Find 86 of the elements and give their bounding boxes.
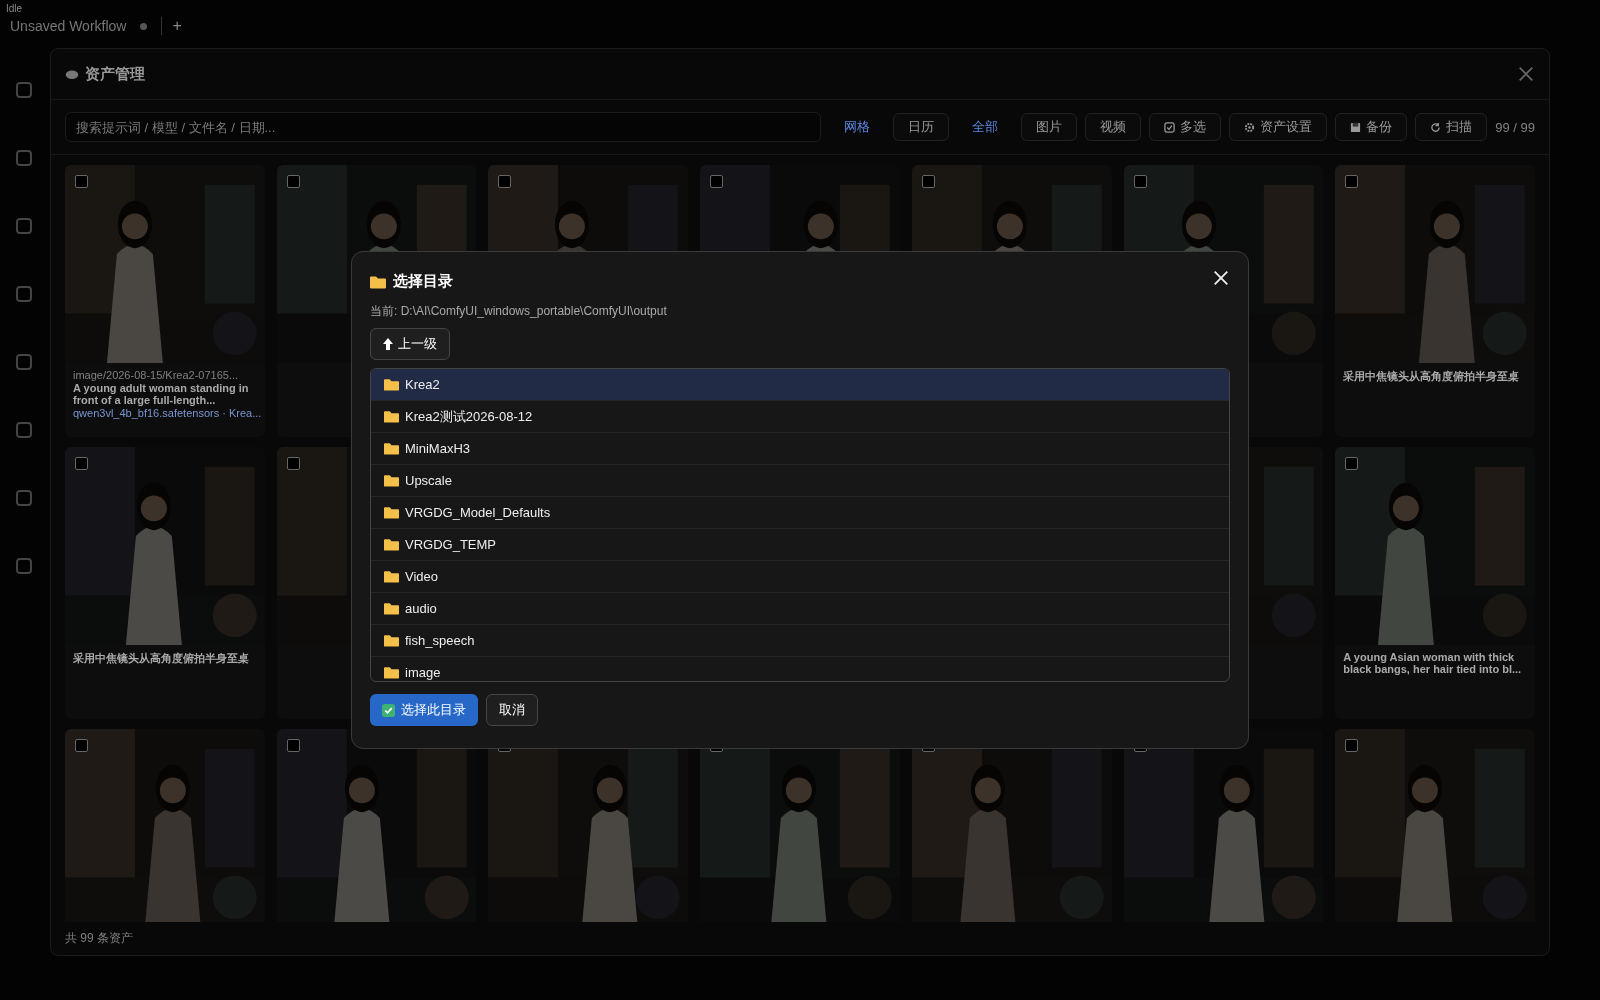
sidebar-icon[interactable] bbox=[14, 80, 34, 100]
sidebar-icon[interactable] bbox=[14, 216, 34, 236]
file-path: image/2026-08-15/Krea2-07165... bbox=[73, 369, 240, 381]
folder-icon bbox=[370, 274, 386, 289]
folder-icon bbox=[384, 442, 399, 455]
select-checkbox[interactable] bbox=[75, 739, 88, 752]
current-path: 当前: D:\AI\ComfyUI_windows_portable\ComfyUI\output bbox=[370, 303, 667, 320]
up-arrow-icon bbox=[383, 338, 393, 350]
settings-button[interactable]: 资产设置 bbox=[1229, 113, 1328, 141]
folder-name: MiniMaxH3 bbox=[405, 441, 470, 456]
folder-item[interactable]: fish_speech bbox=[371, 625, 1229, 657]
folder-item[interactable]: VRGDG_Model_Defaults bbox=[371, 497, 1229, 529]
sidebar-icon[interactable] bbox=[14, 148, 34, 168]
checkbox-icon bbox=[1164, 121, 1176, 133]
sidebar-icon[interactable] bbox=[14, 284, 34, 304]
confirm-button[interactable]: 选择此目录 bbox=[370, 694, 478, 726]
folder-item[interactable]: Upscale bbox=[371, 465, 1229, 497]
folder-item[interactable]: image bbox=[371, 657, 1229, 681]
backup-button[interactable]: 备份 bbox=[1335, 113, 1408, 141]
folder-icon bbox=[384, 506, 399, 519]
search-field[interactable]: 搜索提示词 / 模型 / 文件名 / 日期... bbox=[65, 112, 822, 142]
folder-item[interactable]: Video bbox=[371, 561, 1229, 593]
folder-name: Krea2 bbox=[405, 377, 440, 392]
status-text: Idle bbox=[5, 2, 24, 16]
select-checkbox[interactable] bbox=[1345, 457, 1359, 470]
asset-card[interactable]: 采用中焦镜头从高角度俯拍半身至桌 bbox=[65, 447, 265, 719]
refresh-icon bbox=[1430, 121, 1442, 133]
view-tab[interactable]: 网格 bbox=[829, 113, 886, 141]
asset-card[interactable]: image/2026-08-15/Krea2-07165... A young adult woman standing in front of a large full-length... qwen3vl_4b_bf16.safetensors · Krea... bbox=[65, 165, 265, 437]
select-checkbox[interactable] bbox=[75, 175, 88, 188]
folder-icon bbox=[384, 634, 399, 647]
folder-item[interactable]: audio bbox=[371, 593, 1229, 625]
close-icon[interactable] bbox=[1212, 268, 1230, 287]
gear-icon bbox=[1244, 121, 1256, 133]
parent-folder-button[interactable]: 上一级 bbox=[370, 328, 450, 360]
prompt-text: 采用中焦镜头从高角度俯拍半身至桌 bbox=[73, 651, 250, 666]
folder-item[interactable]: Krea2 bbox=[371, 369, 1229, 401]
prompt-text: 采用中焦镜头从高角度俯拍半身至桌 bbox=[1343, 369, 1521, 384]
new-tab-button[interactable]: + bbox=[161, 17, 182, 35]
folder-name: Video bbox=[405, 569, 438, 584]
dialog-title: 选择目录 bbox=[393, 272, 453, 291]
prompt-text: A young Asian woman with thick black bangs, her hair tied into bl... bbox=[1343, 651, 1523, 675]
select-checkbox[interactable] bbox=[1345, 175, 1359, 188]
asset-count: 99 / 99 bbox=[1495, 119, 1535, 135]
workflow-tab[interactable]: Unsaved Workflow bbox=[10, 18, 127, 34]
asset-card[interactable]: A young Asian woman with thick black bangs, her hair tied into bl... bbox=[1335, 447, 1535, 719]
folder-name: Upscale bbox=[405, 473, 452, 488]
panel-title: 资产管理 bbox=[85, 64, 145, 84]
folder-icon bbox=[384, 570, 399, 583]
check-icon bbox=[382, 703, 395, 717]
sidebar-icon[interactable] bbox=[14, 352, 34, 372]
cloud-icon bbox=[65, 69, 79, 79]
select-checkbox[interactable] bbox=[1345, 739, 1359, 752]
folder-icon bbox=[384, 410, 399, 423]
folder-icon bbox=[384, 378, 399, 391]
asset-total: 共 99 条资产 bbox=[64, 930, 134, 947]
folder-icon bbox=[384, 474, 399, 487]
folder-item[interactable]: MiniMaxH3 bbox=[371, 433, 1229, 465]
select-checkbox[interactable] bbox=[710, 175, 724, 188]
select-checkbox[interactable] bbox=[75, 457, 88, 470]
folder-icon bbox=[384, 538, 399, 551]
prompt-text: A young adult woman standing in front of a large full-length... bbox=[73, 382, 250, 406]
folder-icon bbox=[384, 666, 399, 679]
floppy-icon bbox=[1350, 121, 1362, 133]
unsaved-dot-icon bbox=[140, 22, 148, 30]
folder-icon bbox=[384, 602, 399, 615]
folder-name: Krea2测试2026-08-12 bbox=[405, 407, 533, 426]
folder-name: image bbox=[405, 665, 441, 680]
filter-tab[interactable]: 全部 bbox=[957, 113, 1014, 141]
folder-name: VRGDG_TEMP bbox=[405, 537, 496, 552]
folder-item[interactable]: Krea2测试2026-08-12 bbox=[371, 401, 1229, 433]
filter-tab[interactable]: 视频 bbox=[1085, 113, 1142, 141]
view-tab[interactable]: 日历 bbox=[893, 113, 950, 141]
sidebar-icon[interactable] bbox=[14, 420, 34, 440]
sidebar-icon[interactable] bbox=[14, 556, 34, 576]
filter-tab[interactable]: 图片 bbox=[1021, 113, 1078, 141]
folder-name: audio bbox=[405, 601, 437, 616]
sidebar-icon[interactable] bbox=[14, 488, 34, 508]
folder-item[interactable]: VRGDG_TEMP bbox=[371, 529, 1229, 561]
cancel-button[interactable]: 取消 bbox=[486, 694, 538, 726]
multiselect-button[interactable]: 多选 bbox=[1149, 113, 1222, 141]
asset-card[interactable]: 采用中焦镜头从高角度俯拍半身至桌 bbox=[1335, 165, 1535, 437]
folder-name: fish_speech bbox=[405, 633, 475, 648]
folder-name: VRGDG_Model_Defaults bbox=[405, 505, 551, 520]
select-checkbox[interactable] bbox=[498, 175, 512, 188]
scan-button[interactable]: 扫描 bbox=[1415, 113, 1488, 141]
